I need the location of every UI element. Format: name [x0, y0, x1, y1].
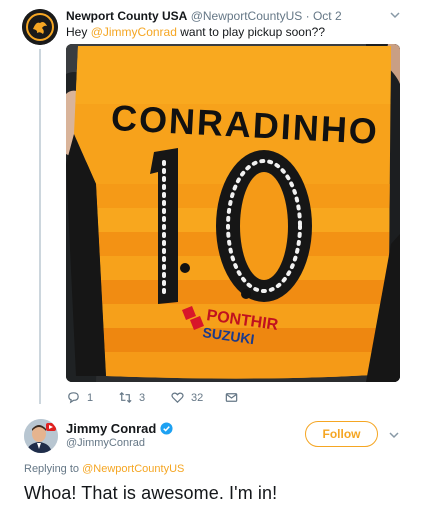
reply-icon	[68, 392, 79, 404]
reply-tweet-text: Whoa! That is awesome. I'm in!	[24, 483, 278, 503]
retweet-action[interactable]: 3	[118, 390, 145, 405]
retweet-count: 3	[139, 391, 146, 404]
mention-link[interactable]: @JimmyConrad	[91, 25, 177, 39]
verified-badge-icon	[160, 422, 173, 435]
reply-action[interactable]: 1	[66, 390, 93, 405]
replying-prefix: Replying to	[24, 463, 83, 475]
newport-crest-logo	[22, 9, 58, 45]
thread-connector-line	[39, 49, 41, 404]
follow-button[interactable]: Follow	[305, 421, 378, 447]
tweet-photo[interactable]: CONRADINHO PONTHIR SUZUKI	[66, 44, 400, 382]
chevron-down-icon[interactable]	[387, 428, 401, 442]
parent-tweet-text: Hey @JimmyConrad want to play pickup soo…	[66, 25, 325, 39]
tweet-text-end: want to play pickup soon??	[176, 25, 325, 39]
chevron-down-icon[interactable]	[388, 8, 402, 22]
reply-count: 1	[87, 391, 94, 404]
parent-tweet-actions: 1 3 32	[66, 390, 326, 406]
replying-to-line: Replying to @NewportCountyUS	[24, 463, 184, 475]
like-count: 32	[191, 391, 204, 404]
jersey-number	[150, 148, 312, 304]
reply-handle[interactable]: @JimmyConrad	[66, 437, 145, 449]
jersey-photo: CONRADINHO PONTHIR SUZUKI	[66, 44, 400, 382]
reply-name-row: Jimmy Conrad	[66, 421, 173, 436]
reply-display-name[interactable]: Jimmy Conrad	[66, 421, 156, 436]
parent-tweet-header: Newport County USA @NewportCountyUS · Oc…	[66, 9, 342, 23]
jimmy-avatar[interactable]	[24, 419, 58, 453]
retweet-icon	[119, 391, 132, 404]
jimmy-profile-photo	[24, 419, 58, 453]
header-separator: ·	[305, 9, 310, 23]
dm-action[interactable]	[224, 390, 245, 405]
replying-to-link[interactable]: @NewportCountyUS	[82, 463, 184, 475]
parent-date[interactable]: Oct 2	[313, 9, 342, 23]
parent-display-name[interactable]: Newport County USA	[66, 9, 187, 23]
parent-handle[interactable]: @NewportCountyUS	[191, 9, 303, 23]
dm-icon	[225, 393, 238, 402]
tweet-text-start: Hey	[66, 25, 91, 39]
like-action[interactable]: 32	[170, 390, 203, 405]
like-icon	[171, 392, 184, 404]
newport-avatar[interactable]	[22, 9, 58, 45]
